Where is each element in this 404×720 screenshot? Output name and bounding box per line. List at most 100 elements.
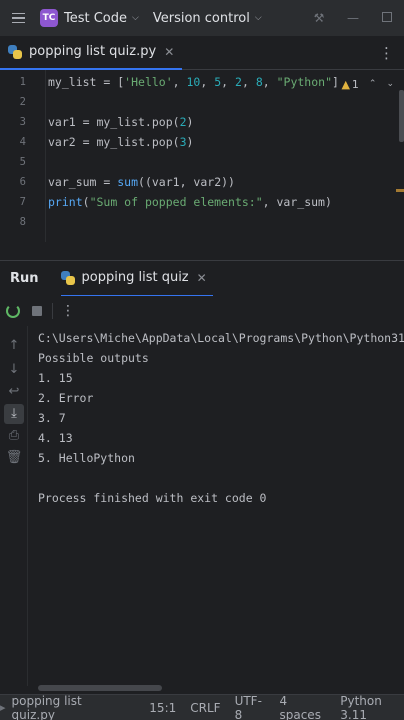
- line-number: 1: [19, 76, 26, 88]
- soft-wrap-icon[interactable]: ↩: [4, 382, 24, 402]
- title-bar: TC Test Code ⌵ Version control ⌵ ⚒ —: [0, 0, 404, 36]
- code-token: sum: [117, 175, 139, 189]
- code-editor[interactable]: 1 my_list = ['Hello', 10, 5, 2, 8, "Pytho…: [0, 70, 404, 242]
- code-line[interactable]: 4 var2 = my_list.pop(3): [0, 132, 404, 152]
- indent-setting[interactable]: 4 spaces: [279, 694, 326, 720]
- python-file-icon: [60, 270, 75, 285]
- console-horizontal-scrollbar[interactable]: [38, 685, 162, 691]
- code-token: , var_sum): [262, 195, 332, 209]
- rerun-icon[interactable]: [6, 304, 20, 318]
- toolbar-separator: [52, 303, 53, 319]
- code-line[interactable]: 5: [0, 152, 404, 172]
- code-text: var1 = my_list.pop(2): [48, 112, 193, 132]
- arrow-down-icon[interactable]: ↓: [4, 360, 24, 380]
- code-token: ]: [332, 75, 339, 89]
- code-token: "Python": [276, 75, 332, 89]
- code-token: my_list = [: [48, 75, 125, 89]
- warning-icon: ▲: [341, 77, 350, 91]
- inspection-count: 1: [351, 77, 359, 91]
- code-token: ,: [172, 75, 187, 89]
- code-text: my_list = ['Hello', 10, 5, 2, 8, "Python…: [48, 72, 339, 92]
- code-token: 8: [255, 75, 263, 89]
- code-token: ,: [241, 75, 256, 89]
- code-token: 2: [179, 115, 187, 129]
- run-toolbar: ⋮: [0, 296, 404, 326]
- code-token: ,: [221, 75, 236, 89]
- code-token: var2 = my_list.pop(: [48, 135, 180, 149]
- python-interpreter[interactable]: Python 3.11: [340, 694, 404, 720]
- line-number: 3: [19, 116, 26, 128]
- code-token: var_sum =: [48, 175, 118, 189]
- more-options-icon[interactable]: ⋮: [61, 303, 75, 319]
- code-token: "Sum of popped elements:": [89, 195, 263, 209]
- project-badge: TC: [40, 9, 58, 27]
- code-line[interactable]: 8: [0, 212, 404, 232]
- console-output[interactable]: C:\Users\Miche\AppData\Local\Programs\Py…: [38, 328, 404, 508]
- inspection-widget[interactable]: ▲ 1 ⌃ ⌄: [341, 74, 394, 94]
- line-number: 6: [19, 176, 26, 188]
- run-tab-label: popping list quiz: [81, 270, 189, 285]
- file-icon: ▸: [0, 701, 6, 714]
- python-file-icon: [8, 44, 22, 59]
- code-text: print("Sum of popped elements:", var_sum…: [48, 192, 332, 212]
- main-menu-icon[interactable]: [0, 0, 36, 36]
- line-number: 8: [19, 216, 26, 228]
- console-line: 3. 7: [38, 411, 66, 425]
- code-text: var2 = my_list.pop(3): [48, 132, 193, 152]
- version-control-menu[interactable]: Version control: [153, 11, 250, 26]
- chevron-up-icon[interactable]: ⌃: [369, 79, 377, 89]
- trash-icon[interactable]: 🗑: [4, 448, 24, 468]
- run-panel-header: Run popping list quiz ✕: [0, 260, 404, 297]
- code-token: var1 = my_list.pop(: [48, 115, 180, 129]
- print-icon[interactable]: ⎙: [4, 426, 24, 446]
- file-encoding[interactable]: UTF-8: [235, 694, 266, 720]
- maximize-icon[interactable]: [370, 11, 404, 25]
- code-token: print: [48, 195, 83, 209]
- status-file-name[interactable]: popping list quiz.py: [12, 694, 116, 720]
- hammer-icon[interactable]: ⚒: [302, 11, 336, 25]
- stop-icon[interactable]: [32, 306, 42, 316]
- code-line[interactable]: 2: [0, 92, 404, 112]
- line-number: 7: [19, 196, 26, 208]
- code-line[interactable]: 7 print("Sum of popped elements:", var_su…: [0, 192, 404, 212]
- code-token: (: [82, 195, 90, 209]
- close-icon[interactable]: ✕: [164, 45, 174, 59]
- tab-popping-list-quiz[interactable]: popping list quiz.py ✕: [0, 36, 183, 70]
- chevron-down-icon[interactable]: ⌄: [386, 79, 394, 89]
- editor-scrollbar[interactable]: [399, 90, 404, 142]
- run-panel-title: Run: [10, 271, 39, 286]
- tab-label: popping list quiz.py: [29, 44, 157, 59]
- code-token: 2: [235, 75, 242, 89]
- code-token: ((var1, var2)): [138, 175, 235, 189]
- caret-position[interactable]: 15:1: [149, 701, 176, 715]
- more-options-icon[interactable]: ⋮: [379, 36, 394, 70]
- chevron-down-icon[interactable]: ⌵: [132, 13, 139, 23]
- arrow-up-icon[interactable]: ↑: [4, 336, 24, 356]
- line-ending[interactable]: CRLF: [190, 701, 220, 715]
- console-line: 1. 15: [38, 371, 73, 385]
- console-line: Process finished with exit code 0: [38, 491, 267, 505]
- code-token: ,: [200, 75, 215, 89]
- code-token: 'Hello': [124, 75, 173, 89]
- console-line: C:\Users\Miche\AppData\Local\Programs\Py…: [38, 331, 404, 345]
- console-side-toolbar: ↑ ↓ ↩ ⤓ ⎙ 🗑: [0, 326, 28, 686]
- code-token: ,: [262, 75, 277, 89]
- console-line: Possible outputs: [38, 351, 149, 365]
- line-number: 4: [19, 136, 26, 148]
- scroll-to-end-icon[interactable]: ⤓: [4, 404, 24, 424]
- code-line[interactable]: 6 var_sum = sum((var1, var2)): [0, 172, 404, 192]
- console-line: 2. Error: [38, 391, 94, 405]
- close-icon[interactable]: ✕: [197, 271, 207, 285]
- project-selector[interactable]: Test Code: [64, 11, 127, 26]
- scroll-marker: [396, 189, 404, 192]
- chevron-down-icon[interactable]: ⌵: [255, 13, 262, 23]
- code-line[interactable]: 3 var1 = my_list.pop(2): [0, 112, 404, 132]
- line-number: 2: [19, 96, 26, 108]
- editor-tab-bar: popping list quiz.py ✕ ⋮: [0, 36, 404, 70]
- code-token: 10: [186, 75, 201, 89]
- code-token: 3: [179, 135, 187, 149]
- code-text: var_sum = sum((var1, var2)): [48, 172, 235, 192]
- minimize-icon[interactable]: —: [336, 11, 370, 25]
- run-tab[interactable]: popping list quiz ✕: [60, 261, 213, 297]
